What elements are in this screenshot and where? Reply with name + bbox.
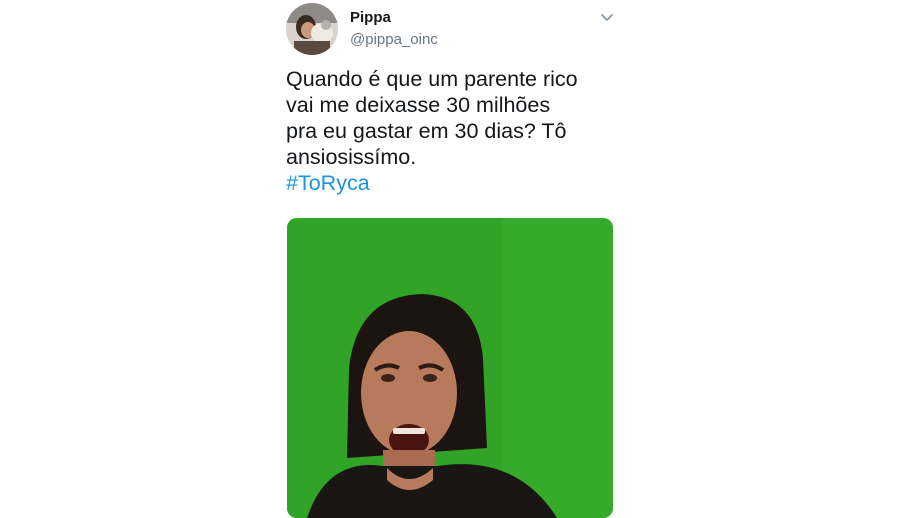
chevron-down-icon[interactable] [600, 10, 614, 21]
tweet-text-line: ansiosissímo. [286, 145, 417, 169]
avatar-photo-icon [286, 3, 338, 55]
tweet-card[interactable]: Pippa @pippa_oinc Quando é que um parent… [286, 0, 616, 518]
author-avatar[interactable] [286, 3, 338, 55]
author-display-name[interactable]: Pippa [350, 9, 391, 26]
tweet-text: Quando é que um parente rico vai me deix… [286, 66, 616, 196]
gif-still-image [287, 218, 613, 518]
author-handle[interactable]: @pippa_oinc [350, 31, 438, 48]
tweet-text-line: vai me deixasse 30 milhões [286, 93, 551, 117]
tweet-text-line: Quando é que um parente rico [286, 67, 578, 91]
hashtag-link[interactable]: #ToRyca [286, 170, 616, 196]
tweet-media-gif[interactable] [287, 218, 613, 518]
tweet-text-line: pra eu gastar em 30 dias? Tô [286, 119, 567, 143]
